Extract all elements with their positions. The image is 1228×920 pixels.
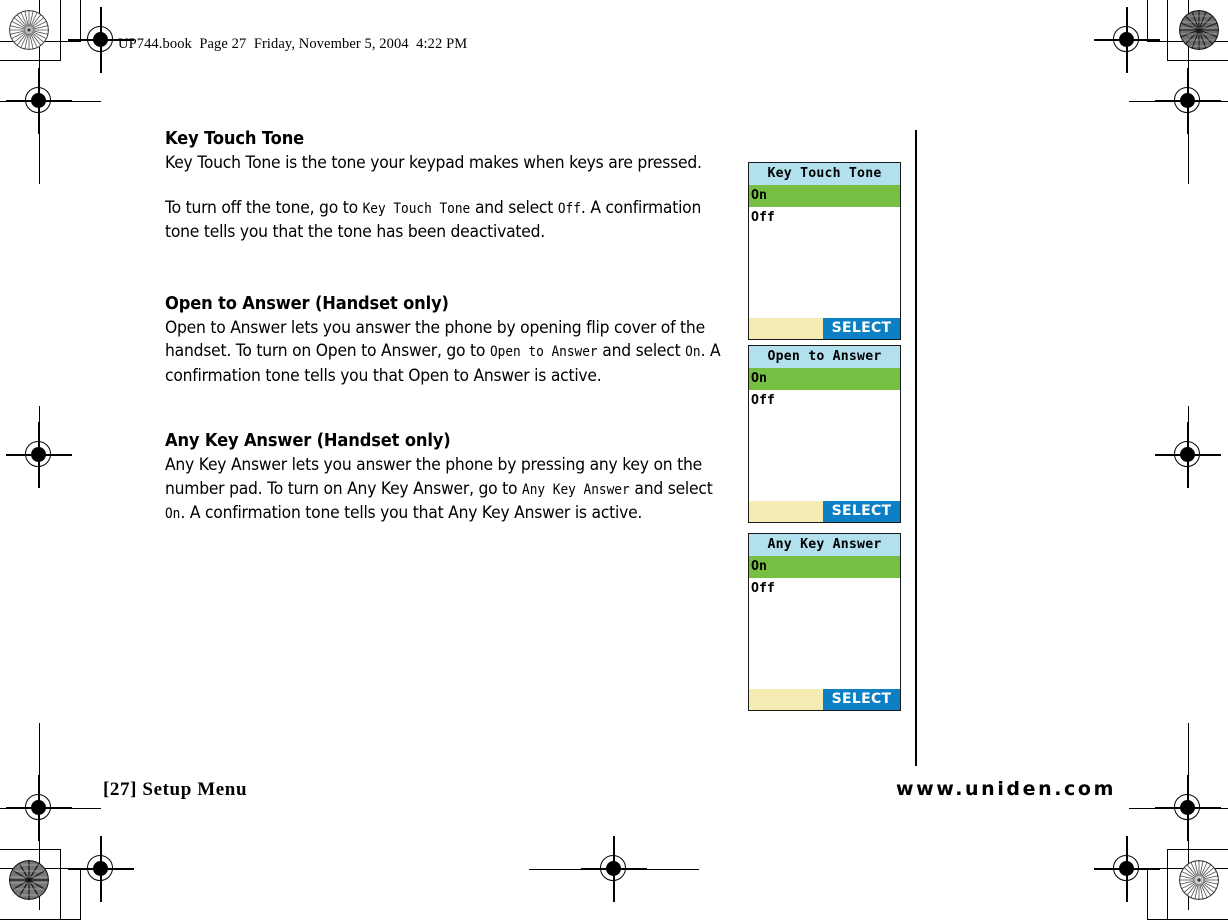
bleed-line-bottom-mid-r — [641, 869, 699, 871]
screen-select-softkey[interactable]: SELECT — [823, 689, 900, 710]
inline-menu-reference: Any Key Answer — [522, 481, 630, 498]
color-rosette-icon-bottom-left — [9, 860, 49, 900]
registration-crosshair-icon-mr-a — [1155, 422, 1221, 488]
main-content-column: Key Touch Tone Key Touch Tone is the tone… — [165, 128, 735, 527]
inline-menu-reference: Off — [557, 200, 581, 217]
screen-title-bar: Key Touch Tone — [749, 163, 900, 185]
section-heading: Any Key Answer (Handset only) — [165, 431, 451, 451]
inline-menu-reference: Key Touch Tone — [362, 200, 471, 217]
bleed-line-bottom-mid-l — [529, 869, 587, 871]
screen-menu-row[interactable]: Off — [749, 578, 900, 600]
screen-menu-row[interactable]: Off — [749, 207, 900, 229]
screen-softkey-left-blank — [749, 318, 823, 339]
screen-menu-row[interactable]: Off — [749, 390, 900, 412]
screen-empty-area — [749, 600, 900, 689]
screen-softkey-bar: SELECT — [749, 501, 900, 522]
section-paragraph: Open to Answer lets you answer the phone… — [165, 317, 734, 389]
screen-menu-row-selected[interactable]: On — [749, 368, 900, 390]
section-key-touch-tone: Key Touch Tone Key Touch Tone is the tone… — [165, 128, 735, 245]
registration-crosshair-icon-bl-b — [68, 836, 134, 902]
body-text-run: . A confirmation tone tells you that Any… — [180, 503, 643, 523]
registration-crosshair-icon-tr-b — [1155, 68, 1221, 134]
inline-menu-reference: Open to Answer — [489, 344, 598, 360]
registration-crosshair-icon-br-a — [1155, 775, 1221, 841]
color-rosette-icon-top-left — [9, 10, 49, 50]
document-header-line: UP744.book Page 27 Friday, November 5, 2… — [118, 36, 468, 52]
screen-title-bar: Open to Answer — [749, 346, 900, 368]
registration-crosshair-icon-br-b — [1094, 836, 1160, 902]
inline-menu-reference: On — [685, 344, 701, 360]
section-any-key-answer: Any Key Answer (Handset only) Any Key Ans… — [165, 430, 735, 527]
body-text-run: and select — [597, 341, 686, 361]
section-paragraph: Key Touch Tone is the tone your keypad m… — [165, 152, 734, 176]
screen-key-touch-tone: Key Touch Tone On Off SELECT — [748, 162, 901, 340]
screen-softkey-bar: SELECT — [749, 689, 900, 710]
page-side-rule — [915, 130, 917, 766]
screen-empty-area — [749, 412, 900, 501]
screen-select-softkey[interactable]: SELECT — [823, 501, 900, 522]
body-text-run: and select — [629, 478, 713, 499]
section-paragraph: Any Key Answer lets you answer the phone… — [165, 454, 734, 527]
bleed-line-right-mid3 — [1188, 723, 1190, 783]
screen-softkey-left-blank — [749, 689, 823, 710]
registration-crosshair-icon-tr-a — [1094, 7, 1160, 73]
body-text-run: Key Touch Tone is the tone your keypad m… — [165, 153, 702, 173]
section-heading: Key Touch Tone — [165, 129, 305, 149]
registration-crosshair-icon-tl-b — [6, 68, 72, 134]
registration-crosshair-icon-ml-a — [6, 422, 72, 488]
screen-title-bar: Any Key Answer — [749, 534, 900, 556]
screen-menu-row-selected[interactable]: On — [749, 556, 900, 578]
registration-crosshair-icon-bl-a — [6, 775, 72, 841]
body-text-run: and select — [470, 197, 558, 218]
body-text-run: To turn off the tone, go to — [165, 197, 363, 218]
section-paragraph: To turn off the tone, go to Key Touch To… — [165, 197, 734, 245]
screen-empty-area — [749, 229, 900, 318]
section-open-to-answer: Open to Answer (Handset only) Open to Ans… — [165, 293, 735, 389]
registration-crosshair-icon-bottom-center — [581, 836, 647, 902]
screen-softkey-bar: SELECT — [749, 318, 900, 339]
footer-page-number-and-chapter: [27] Setup Menu — [103, 779, 248, 800]
footer-website-url: www.uniden.com — [896, 778, 1116, 800]
color-rosette-icon-top-right — [1179, 10, 1219, 50]
screen-softkey-left-blank — [749, 501, 823, 522]
section-heading: Open to Answer (Handset only) — [165, 293, 449, 314]
bleed-line-left-mid3 — [39, 723, 41, 783]
inline-menu-reference: On — [165, 506, 181, 522]
screen-menu-row-selected[interactable]: On — [749, 185, 900, 207]
screen-select-softkey[interactable]: SELECT — [823, 318, 900, 339]
color-rosette-icon-bottom-right — [1179, 860, 1219, 900]
screen-any-key-answer: Any Key Answer On Off SELECT — [748, 533, 901, 711]
screen-open-to-answer: Open to Answer On Off SELECT — [748, 345, 901, 523]
